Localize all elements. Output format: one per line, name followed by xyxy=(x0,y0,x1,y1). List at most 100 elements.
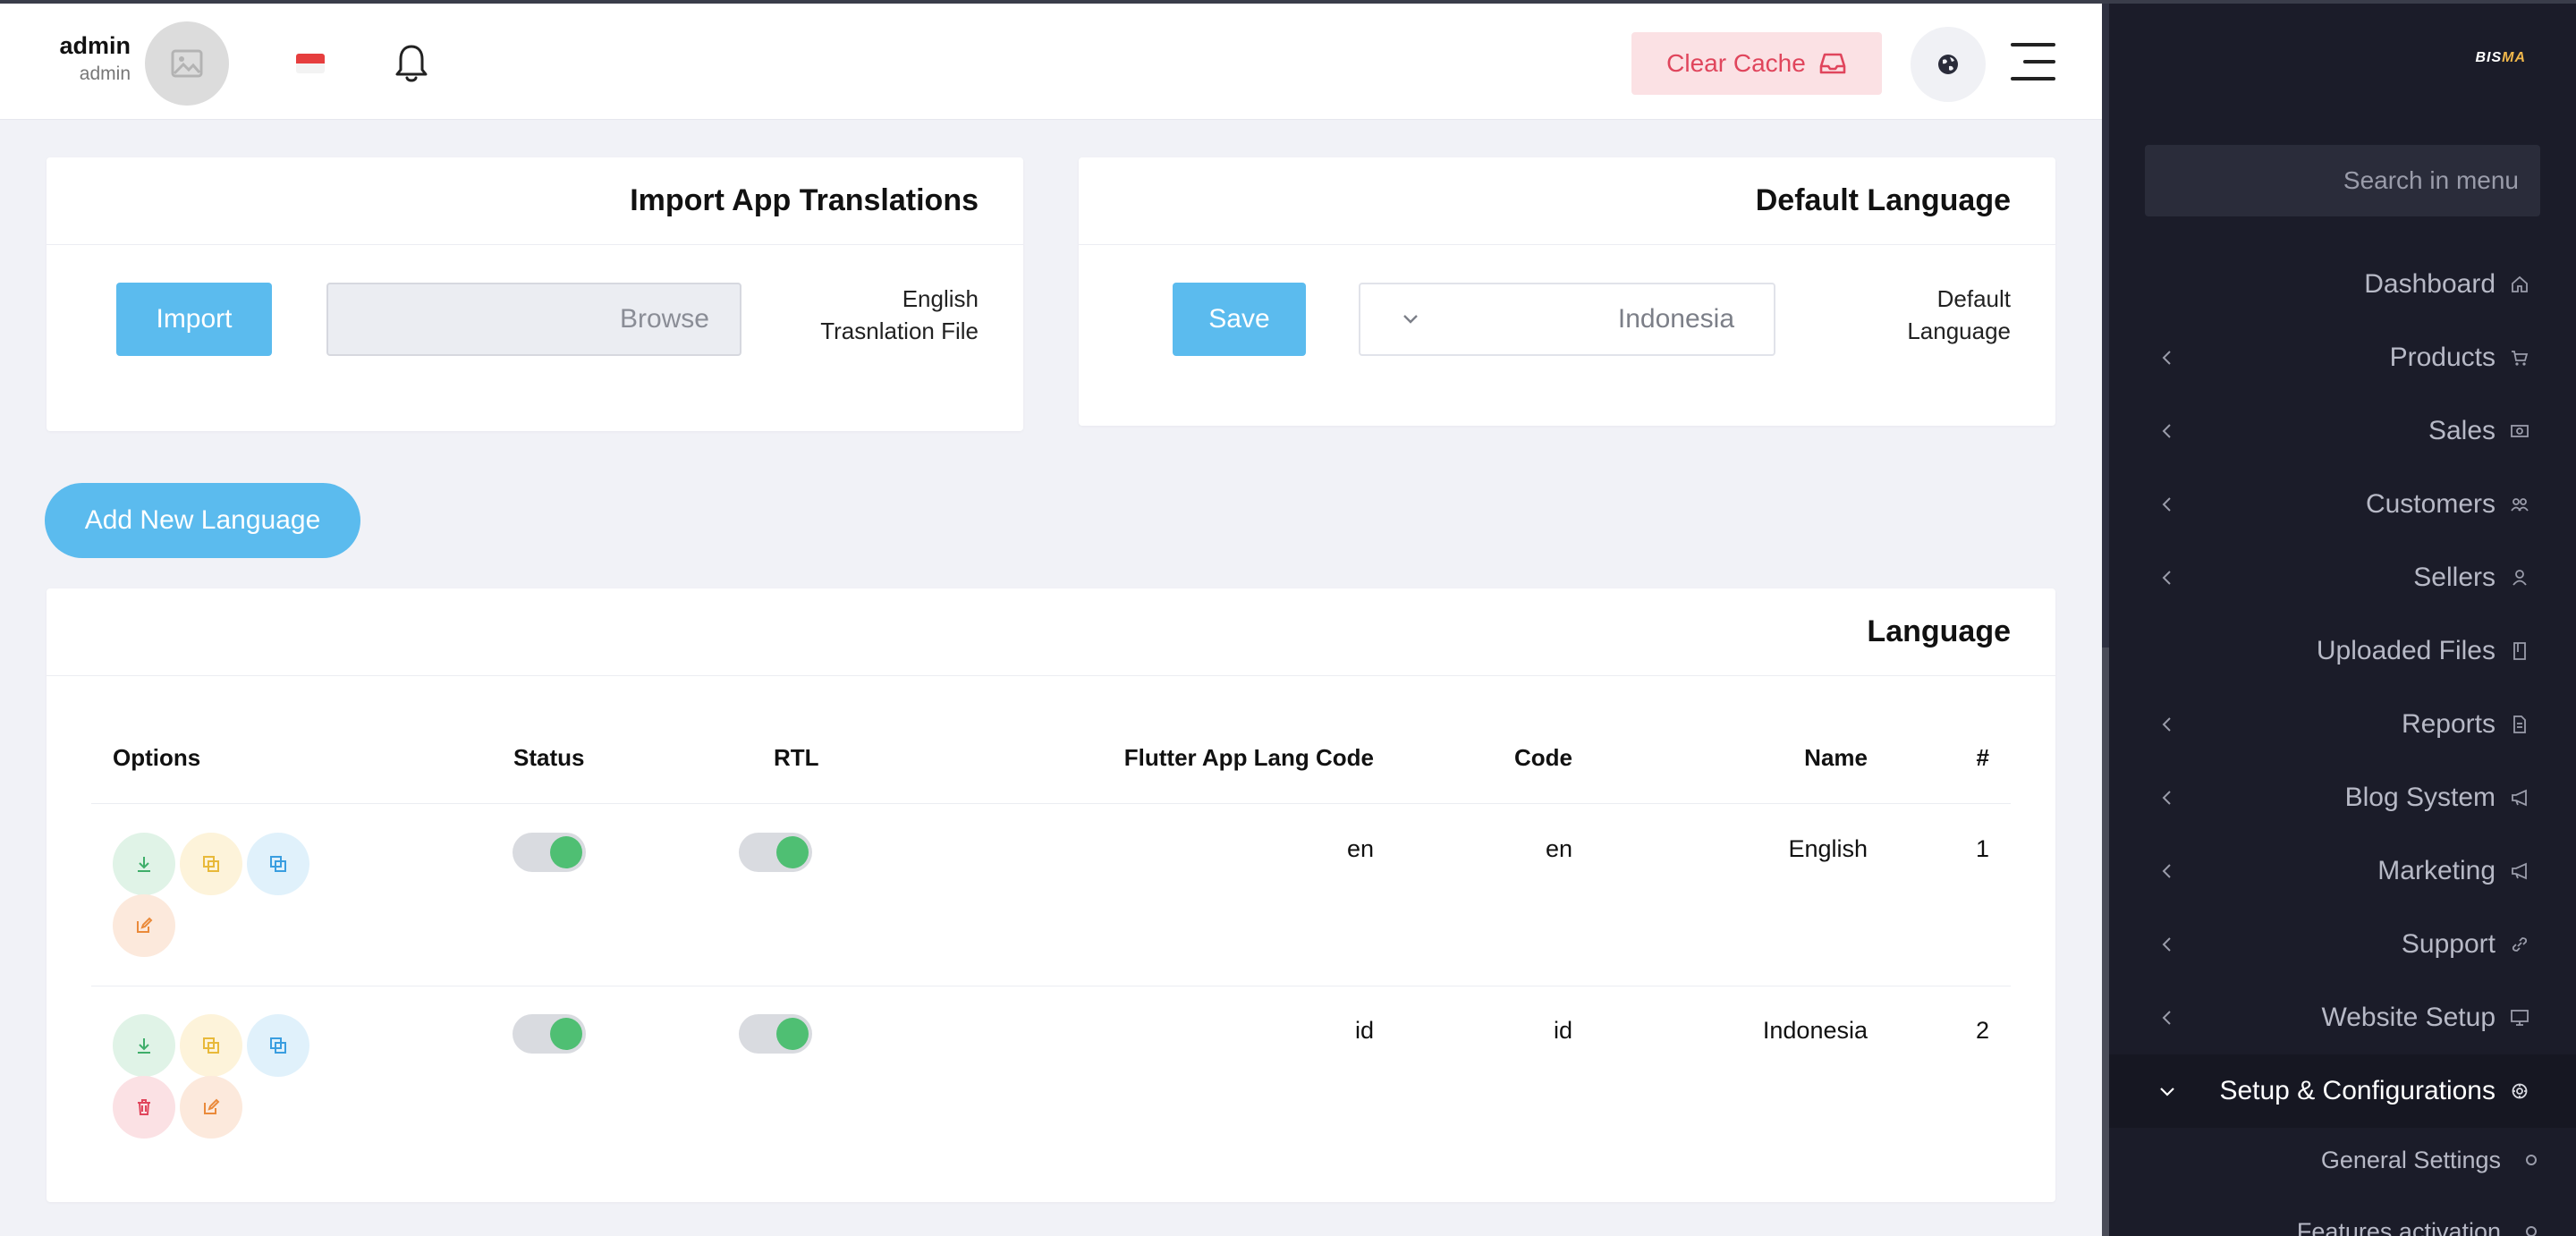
sidebar-item-setup-configurations[interactable]: Setup & Configurations xyxy=(2102,1054,2576,1128)
user-info[interactable]: admin admin xyxy=(36,32,131,85)
file-icon xyxy=(2508,713,2531,736)
rtl-toggle[interactable] xyxy=(739,833,812,872)
globe-icon xyxy=(1938,55,1958,74)
edit-button[interactable] xyxy=(113,894,175,957)
status-toggle[interactable] xyxy=(513,833,586,872)
main-scrollbar-thumb[interactable] xyxy=(2102,4,2109,648)
default-language-card: Default Language Save Indonesia Default … xyxy=(1079,157,2055,426)
code-cell: id xyxy=(1553,1017,1572,1044)
download-icon xyxy=(138,1038,150,1054)
import-translations-card: Import App Translations Import Browse En… xyxy=(47,157,1023,431)
inbox-icon xyxy=(1819,53,1846,74)
language-table-card: Language xyxy=(47,588,2055,1202)
chevron-left-icon xyxy=(2162,937,2171,952)
delete-button[interactable] xyxy=(113,1076,175,1139)
bell-icon[interactable] xyxy=(394,43,429,84)
cart-icon xyxy=(2508,346,2531,369)
sidebar-item-blog-system[interactable]: Blog System xyxy=(2102,761,2576,834)
chevron-left-icon xyxy=(2162,717,2171,732)
sidebar-item-uploaded-files[interactable]: Uploaded Files xyxy=(2102,614,2576,688)
translate-icon xyxy=(270,1037,286,1054)
edit-button[interactable] xyxy=(180,1076,242,1139)
avatar[interactable] xyxy=(145,21,229,106)
sidebar-item-website-setup[interactable]: Website Setup xyxy=(2102,981,2576,1054)
sidebar-item-reports[interactable]: Reports xyxy=(2102,688,2576,761)
col-flutter-code: Flutter App Lang Code xyxy=(1123,744,1374,771)
sidebar-subitem-features-activation[interactable]: Features activation xyxy=(2102,1200,2576,1236)
copy-icon xyxy=(203,856,219,872)
copy-button[interactable] xyxy=(180,833,242,895)
gear-icon xyxy=(2508,1079,2531,1103)
chevron-left-icon xyxy=(2162,791,2171,805)
default-language-select[interactable]: Indonesia xyxy=(1359,283,1775,356)
header-divider xyxy=(91,803,2011,804)
sidebar-item-sellers[interactable]: Sellers xyxy=(2102,541,2576,614)
browse-label: Browse xyxy=(619,304,709,334)
indonesia-flag-icon[interactable] xyxy=(296,54,325,73)
add-new-language-button[interactable]: Add New Language xyxy=(45,483,360,558)
status-toggle[interactable] xyxy=(513,1014,586,1054)
sidebar-item-sales[interactable]: Sales xyxy=(2102,394,2576,468)
name-cell: Indonesia xyxy=(1762,1017,1868,1044)
brand-logo[interactable]: BISMA xyxy=(2475,50,2526,66)
card-title: Import App Translations xyxy=(47,157,1023,245)
chevron-down-icon xyxy=(2160,1088,2174,1096)
sidebar-subitem-general-settings[interactable]: General Settings xyxy=(2102,1129,2576,1191)
file-browse-input[interactable]: Browse xyxy=(326,283,741,356)
clear-cache-label: Clear Cache xyxy=(1666,49,1806,77)
user-name: admin xyxy=(59,32,131,59)
flutter-code-cell: en xyxy=(1346,835,1374,862)
selected-language: Indonesia xyxy=(1617,304,1734,334)
chevron-left-icon xyxy=(2162,424,2171,438)
download-icon xyxy=(138,857,150,872)
copy-button[interactable] xyxy=(180,1014,242,1077)
user-icon xyxy=(2508,566,2531,589)
rtl-toggle[interactable] xyxy=(739,1014,812,1054)
col-index: # xyxy=(1976,744,1989,771)
download-button[interactable] xyxy=(113,833,175,895)
translate-button[interactable] xyxy=(247,1014,309,1077)
circle-bullet-icon xyxy=(2526,1155,2537,1165)
translation-file-label: English Trasnlation File xyxy=(820,285,979,344)
sidebar-item-products[interactable]: Products xyxy=(2102,321,2576,394)
folder-icon xyxy=(2508,639,2531,663)
save-button[interactable]: Save xyxy=(1173,283,1306,356)
sidebar-item-marketing[interactable]: Marketing xyxy=(2102,834,2576,908)
sidebar-item-support[interactable]: Support xyxy=(2102,908,2576,981)
col-rtl: RTL xyxy=(774,744,819,771)
money-icon xyxy=(2508,419,2531,443)
flutter-code-cell: id xyxy=(1354,1017,1374,1044)
edit-icon xyxy=(204,1098,220,1114)
clear-cache-button[interactable]: Clear Cache xyxy=(1631,32,1882,95)
col-name: Name xyxy=(1804,744,1868,771)
card-title: Language xyxy=(47,588,2055,676)
chevron-left-icon xyxy=(2162,864,2171,878)
globe-button[interactable] xyxy=(1911,27,1986,102)
name-cell: English xyxy=(1788,835,1868,862)
top-header: admin admin Clear Cache xyxy=(0,4,2102,120)
translate-button[interactable] xyxy=(247,833,309,895)
user-role: admin xyxy=(79,63,131,84)
circle-bullet-icon xyxy=(2526,1226,2537,1236)
megaphone-icon xyxy=(2508,859,2531,883)
col-code: Code xyxy=(1514,744,1572,771)
sidebar-item-dashboard[interactable]: Dashboard xyxy=(2102,248,2576,321)
copy-icon xyxy=(203,1037,219,1054)
chevron-left-icon xyxy=(2162,497,2171,512)
card-title: Default Language xyxy=(1079,157,2055,245)
trash-icon xyxy=(138,1099,150,1115)
sidebar-item-customers[interactable]: Customers xyxy=(2102,468,2576,541)
link-icon xyxy=(2508,933,2531,956)
sidebar-search-input[interactable] xyxy=(2145,145,2540,216)
hamburger-menu-icon[interactable] xyxy=(2011,43,2055,82)
index-cell: 1 xyxy=(1975,835,1989,862)
download-button[interactable] xyxy=(113,1014,175,1077)
home-icon xyxy=(2508,273,2531,296)
default-language-label: Default Language xyxy=(1907,285,2011,344)
col-options: Options xyxy=(113,744,201,771)
import-button[interactable]: Import xyxy=(116,283,272,356)
index-cell: 2 xyxy=(1975,1017,1989,1044)
col-status: Status xyxy=(513,744,585,771)
users-icon xyxy=(2508,493,2531,516)
chevron-down-icon xyxy=(1403,315,1418,324)
